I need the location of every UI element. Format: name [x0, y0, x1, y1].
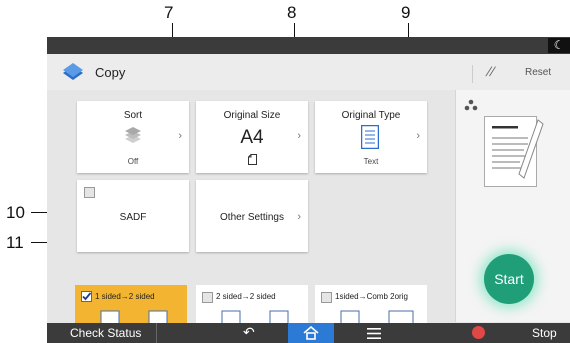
duplex-mode-2-label: 2 sided→2 sided: [216, 292, 276, 301]
callout-10: 10: [6, 203, 25, 222]
chevron-right-icon: ›: [416, 130, 420, 142]
reset-button[interactable]: Reset: [525, 67, 551, 78]
duplex-mode-3[interactable]: 1sided→Comb 2orig: [315, 285, 427, 323]
document-preview-icon: [484, 116, 544, 187]
chevron-right-icon: ›: [297, 211, 301, 223]
copy-screen: ☾ Copy // Reset Sort Off › Original Size…: [47, 37, 570, 343]
check-status-button[interactable]: Check Status: [70, 326, 141, 340]
duplex-mode-3-checkbox[interactable]: [321, 292, 332, 303]
chevron-right-icon: ›: [297, 130, 301, 142]
other-settings-title: Other Settings: [220, 212, 284, 223]
duplex-mode-1[interactable]: 1 sided→2 sided: [75, 285, 187, 323]
back-icon[interactable]: ↶: [243, 324, 255, 341]
callout-11: 11: [6, 233, 24, 252]
original-type-value: Text: [363, 157, 379, 166]
duplex-preview-icon: [340, 310, 414, 323]
energy-saver-icon[interactable]: ☾: [548, 38, 570, 53]
duplex-mode-1-label: 1 sided→2 sided: [95, 292, 155, 301]
duplex-preview-icon: [100, 310, 168, 323]
system-bar: ☾: [47, 37, 570, 54]
callout-7: 7: [164, 3, 174, 22]
bottom-bar: Check Status ↶ Stop: [47, 323, 570, 343]
bottom-bar-divider: [156, 323, 157, 343]
other-settings-button[interactable]: Other Settings ›: [196, 180, 308, 252]
sort-title: Sort: [123, 110, 143, 121]
sort-button[interactable]: Sort Off ›: [77, 101, 189, 173]
original-size-value: A4: [240, 127, 264, 148]
chevron-right-icon: ›: [178, 130, 182, 142]
sadf-button[interactable]: SADF: [77, 180, 189, 252]
menu-icon[interactable]: [367, 328, 381, 339]
sort-icon: [125, 127, 141, 143]
stop-icon: [472, 326, 485, 339]
original-size-title: Original Size: [223, 110, 281, 121]
copy-app-icon: [63, 63, 83, 80]
stop-button[interactable]: Stop: [532, 326, 557, 340]
duplex-mode-2[interactable]: 2 sided→2 sided: [196, 285, 308, 323]
duplex-mode-2-checkbox[interactable]: [202, 292, 213, 303]
home-button[interactable]: [288, 323, 334, 343]
app-header: Copy // Reset: [47, 54, 570, 90]
reset-icon[interactable]: //: [484, 64, 497, 79]
callout-8: 8: [287, 3, 297, 22]
sadf-checkbox[interactable]: [84, 187, 95, 198]
checkbox-checked-icon[interactable]: [81, 291, 92, 302]
paper-orientation-icon: [248, 154, 257, 165]
home-icon: [303, 326, 319, 340]
text-document-icon: [361, 125, 379, 149]
callout-9: 9: [401, 3, 411, 22]
original-type-button[interactable]: Original Type Text ›: [315, 101, 427, 173]
duplex-mode-3-label: 1sided→Comb 2orig: [335, 292, 408, 301]
toner-icon: [464, 99, 478, 111]
app-title: Copy: [95, 65, 126, 80]
sort-value: Off: [127, 157, 139, 166]
original-size-button[interactable]: Original Size A4 ›: [196, 101, 308, 173]
duplex-preview-icon: [221, 310, 289, 323]
header-divider: [472, 65, 473, 83]
original-type-title: Original Type: [341, 110, 401, 121]
start-button[interactable]: Start: [484, 254, 534, 304]
sadf-title: SADF: [119, 212, 147, 223]
